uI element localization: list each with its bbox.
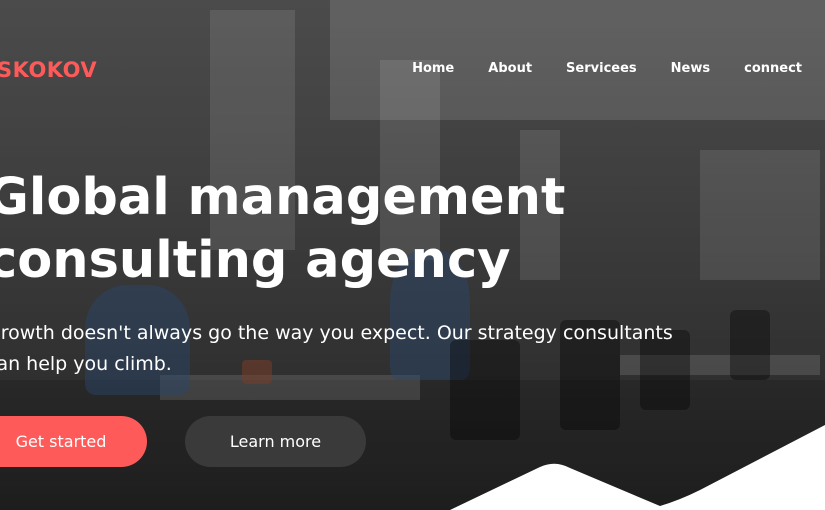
main-nav: Home About Servicees News connect [412,61,802,76]
nav-about[interactable]: About [488,61,532,76]
background-chair [730,310,770,380]
hero-section: SKOKOV Home About Servicees News connect… [0,0,825,510]
nav-home[interactable]: Home [412,61,454,76]
background-window [700,150,820,280]
site-logo[interactable]: SKOKOV [0,58,97,82]
hero-headline-line-2: consulting agency [0,231,511,290]
get-started-button[interactable]: Get started [0,416,147,467]
hero-headline-line-1: Global management [0,168,566,227]
learn-more-button[interactable]: Learn more [185,416,366,467]
nav-services[interactable]: Servicees [566,61,637,76]
nav-connect[interactable]: connect [744,61,802,76]
hero-headline: Global management consulting agency [0,166,565,292]
nav-news[interactable]: News [671,61,710,76]
hero-subtitle: Growth doesn't always go the way you exp… [0,322,673,375]
